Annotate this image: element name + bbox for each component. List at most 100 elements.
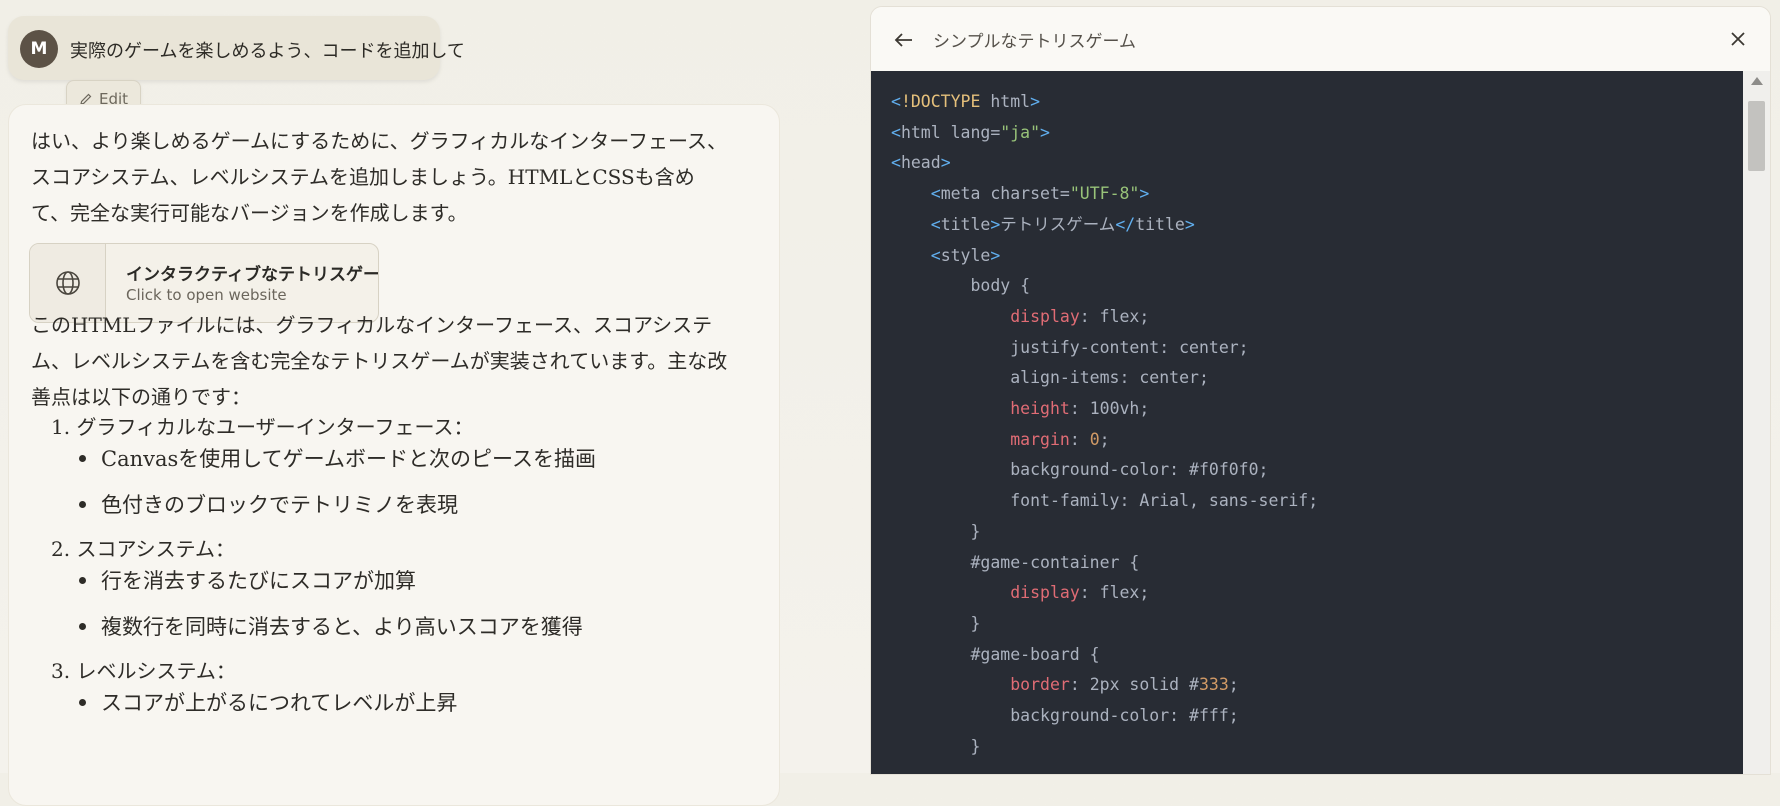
code-line: } — [891, 732, 980, 762]
code-line: <html lang="ja"> — [891, 118, 1050, 148]
code-token: > — [940, 153, 951, 173]
code-token: title — [940, 214, 991, 234]
code-viewer[interactable]: <!DOCTYPE html> <html lang="ja"> <head> <m… — [871, 71, 1743, 774]
code-token: lang= — [940, 122, 1001, 142]
code-line: background-color: #fff; — [891, 701, 1239, 731]
code-token: < — [930, 214, 941, 234]
avatar: M — [20, 30, 58, 68]
code-token: > — [990, 245, 1001, 265]
code-line: <!DOCTYPE html> — [891, 87, 1040, 117]
list-bullet: 色付きのブロックでテトリミノを表現 — [79, 489, 458, 519]
code-token: : 2px solid # — [1069, 675, 1199, 695]
artifact-panel: シンプルなテトリスゲーム <!DOCTYPE html> <html lang="… — [870, 6, 1771, 775]
code-line: font-family: Arial, sans-serif; — [891, 486, 1318, 516]
code-line: display: flex; — [891, 578, 1149, 608]
code-token: meta charset= — [940, 184, 1070, 204]
list-bullet: 複数行を同時に消去すると、より高いスコアを獲得 — [79, 611, 583, 641]
scroll-up-icon[interactable] — [1751, 77, 1763, 85]
assistant-intro: はい、より楽しめるゲームにするために、グラフィカルなインターフェース、スコアシス… — [31, 129, 727, 225]
code-token: } — [891, 521, 981, 541]
code-token: 0 — [1089, 429, 1100, 449]
code-token: } — [891, 613, 981, 633]
list-item: 1. グラフィカルなユーザーインターフェース： — [51, 415, 474, 439]
scrollbar[interactable] — [1743, 71, 1770, 774]
code-token: #game-container { — [891, 552, 1140, 572]
code-token: background-color: #fff; — [891, 706, 1239, 725]
list-item: 3. レベルシステム： — [51, 659, 236, 683]
arrow-left-icon[interactable] — [891, 27, 917, 53]
code-line: <title>テトリスゲーム</title> — [891, 210, 1195, 240]
code-token: > — [1040, 122, 1050, 142]
user-message: M 実際のゲームを楽しめるよう、コードを追加して Edit — [8, 16, 465, 118]
assistant-message: はい、より楽しめるゲームにするために、グラフィカルなインターフェース、スコアシス… — [8, 104, 780, 806]
code-line: height: 100vh; — [891, 394, 1149, 424]
list-item: 2. スコアシステム： — [51, 537, 236, 561]
code-token: > — [1030, 92, 1041, 111]
chat-column: M 実際のゲームを楽しめるよう、コードを追加して Edit はい、より楽しめるゲ… — [0, 0, 870, 806]
code-token: : flex; — [1079, 306, 1150, 326]
list-bullet: 行を消去するたびにスコアが加算 — [79, 565, 416, 595]
artifact-subtitle: Click to open website — [126, 286, 287, 304]
panel-header: シンプルなテトリスゲーム — [871, 7, 1770, 71]
code-token: #game-board { — [891, 644, 1100, 664]
code-line: margin: 0; — [891, 425, 1110, 455]
code-line: #game-board { — [891, 640, 1100, 670]
list-bullet: スコアが上がるにつれてレベルが上昇 — [78, 687, 457, 717]
code-token: > — [990, 214, 1001, 234]
code-token: テトリスゲーム — [1000, 214, 1116, 234]
code-token: html — [900, 122, 941, 142]
code-token: < — [891, 153, 901, 173]
code-token: align-items: center; — [891, 368, 1209, 388]
list-bullet: Canvasを使用してゲームボードと次のピースを描画 — [79, 443, 596, 473]
code-line: align-items: center; — [891, 363, 1209, 393]
code-token: : 100vh; — [1069, 399, 1150, 418]
code-token: < — [891, 92, 901, 111]
code-token: !DOCTYPE — [900, 92, 981, 111]
code-token: : flex; — [1079, 583, 1150, 603]
code-line: justify-content: center; — [891, 333, 1248, 363]
code-token: style — [940, 245, 991, 265]
code-token: ; — [1099, 429, 1110, 449]
code-token: font-family: Arial, sans-serif; — [891, 491, 1319, 511]
code-token: "UTF-8" — [1069, 184, 1140, 204]
code-line: body { — [891, 271, 1030, 301]
code-token: ; — [1228, 675, 1239, 695]
code-line: border: 2px solid #333; — [891, 670, 1239, 700]
code-line: <meta charset="UTF-8"> — [891, 179, 1150, 209]
code-token: < — [930, 245, 941, 265]
code-line: #game-container { — [891, 548, 1139, 578]
code-token: < — [930, 184, 941, 204]
code-token: margin — [1010, 429, 1070, 449]
code-token: display — [1010, 306, 1080, 326]
code-token: < — [891, 122, 901, 142]
code-token: head — [900, 153, 941, 173]
code-line: <head> — [891, 148, 951, 178]
code-token: > — [1139, 184, 1150, 204]
code-line: display: flex; — [891, 302, 1149, 332]
code-token: : — [1069, 429, 1090, 449]
code-token: 333 — [1198, 675, 1229, 695]
code-token: } — [891, 736, 981, 756]
code-token: body { — [891, 276, 1031, 296]
code-token: display — [1010, 583, 1080, 603]
code-line: } — [891, 517, 980, 547]
artifact-title: インタラクティブなテトリスゲーム — [126, 265, 379, 285]
close-icon[interactable] — [1726, 27, 1750, 51]
code-token: </ — [1115, 214, 1136, 234]
code-token: html — [980, 92, 1031, 111]
code-line: <style> — [891, 241, 1001, 271]
code-token: > — [1184, 214, 1195, 234]
code-token: "ja" — [1000, 122, 1041, 142]
code-token: height — [1010, 399, 1070, 418]
scroll-thumb[interactable] — [1748, 101, 1765, 171]
code-line: background-color: #f0f0f0; — [891, 455, 1268, 485]
assistant-summary: このHTMLファイルには、グラフィカルなインターフェース、スコアシステム、レベル… — [31, 313, 728, 409]
